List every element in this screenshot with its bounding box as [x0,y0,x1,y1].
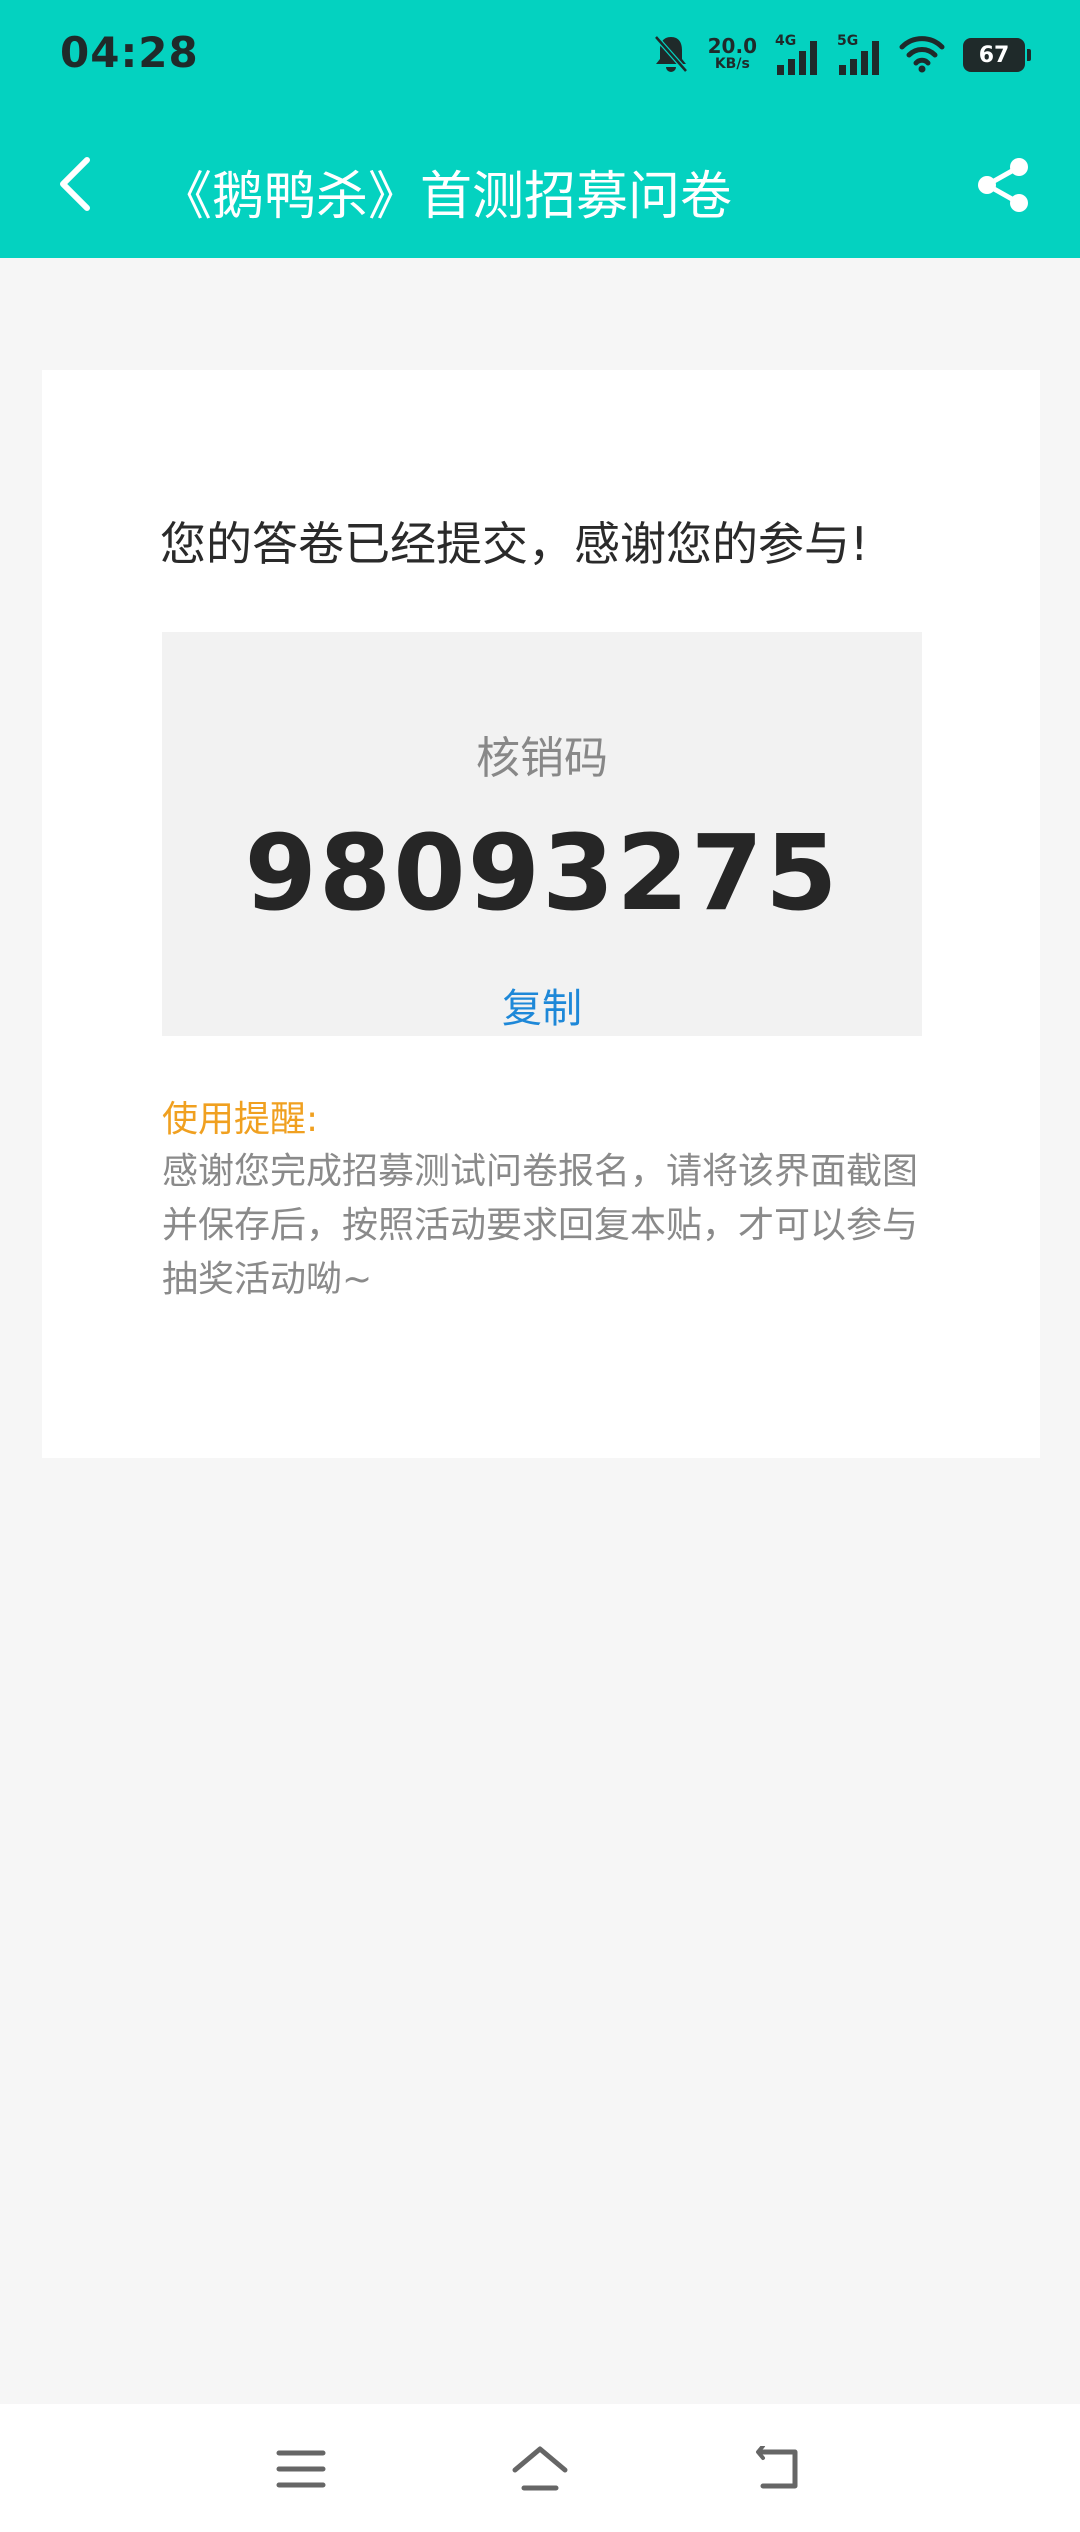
success-message: 您的答卷已经提交，感谢您的参与! [160,517,869,571]
nav-bar: 《鹅鸭杀》首测招募问卷 [0,110,1080,258]
code-label: 核销码 [476,733,608,784]
app-header: 04:28 20.0 KB/s 4G 5G 67 《鹅鸭杀》首测招募问卷 [0,0,1080,258]
system-nav-bar [0,2404,1080,2532]
battery-icon: 67 [963,38,1031,72]
copy-button[interactable]: 复制 [162,976,922,1034]
wifi-icon [899,33,945,77]
chevron-left-icon [60,157,90,211]
signal-icon [839,41,879,75]
status-time: 04:28 [60,28,199,77]
result-card: 您的答卷已经提交，感谢您的参与! 核销码 98093275 复制 使用提醒: 感… [42,370,1040,1458]
back-button[interactable] [40,144,110,224]
net-speed-value: 20.0 [707,34,757,58]
code-value: 98093275 [244,812,840,934]
net-speed-unit: KB/s [714,56,750,72]
page-title: 《鹅鸭杀》首测招募问卷 [160,167,733,227]
share-button[interactable] [968,150,1038,220]
menu-icon [276,2450,326,2488]
status-bar: 04:28 20.0 KB/s 4G 5G 67 [0,0,1080,110]
home-button[interactable] [500,2434,580,2504]
signal-5g: 5G [837,33,881,77]
bell-muted-icon [652,33,690,77]
back-icon [756,2446,798,2489]
battery-level: 67 [978,42,1010,68]
status-icons: 20.0 KB/s 4G 5G 67 [652,30,1031,80]
net-speed: 20.0 KB/s [707,34,757,73]
signal-icon [777,41,817,75]
menu-button[interactable] [261,2434,341,2504]
tip-title: 使用提醒: [162,1099,319,1140]
share-icon [978,158,1028,212]
system-back-button[interactable] [740,2434,820,2504]
tip-body: 感谢您完成招募测试问卷报名，请将该界面截图并保存后，按照活动要求回复本贴，才可以… [162,1151,919,1300]
signal-4g: 4G [775,33,819,77]
home-icon [512,2446,568,2491]
verification-code-box: 核销码 98093275 复制 [162,632,922,1036]
